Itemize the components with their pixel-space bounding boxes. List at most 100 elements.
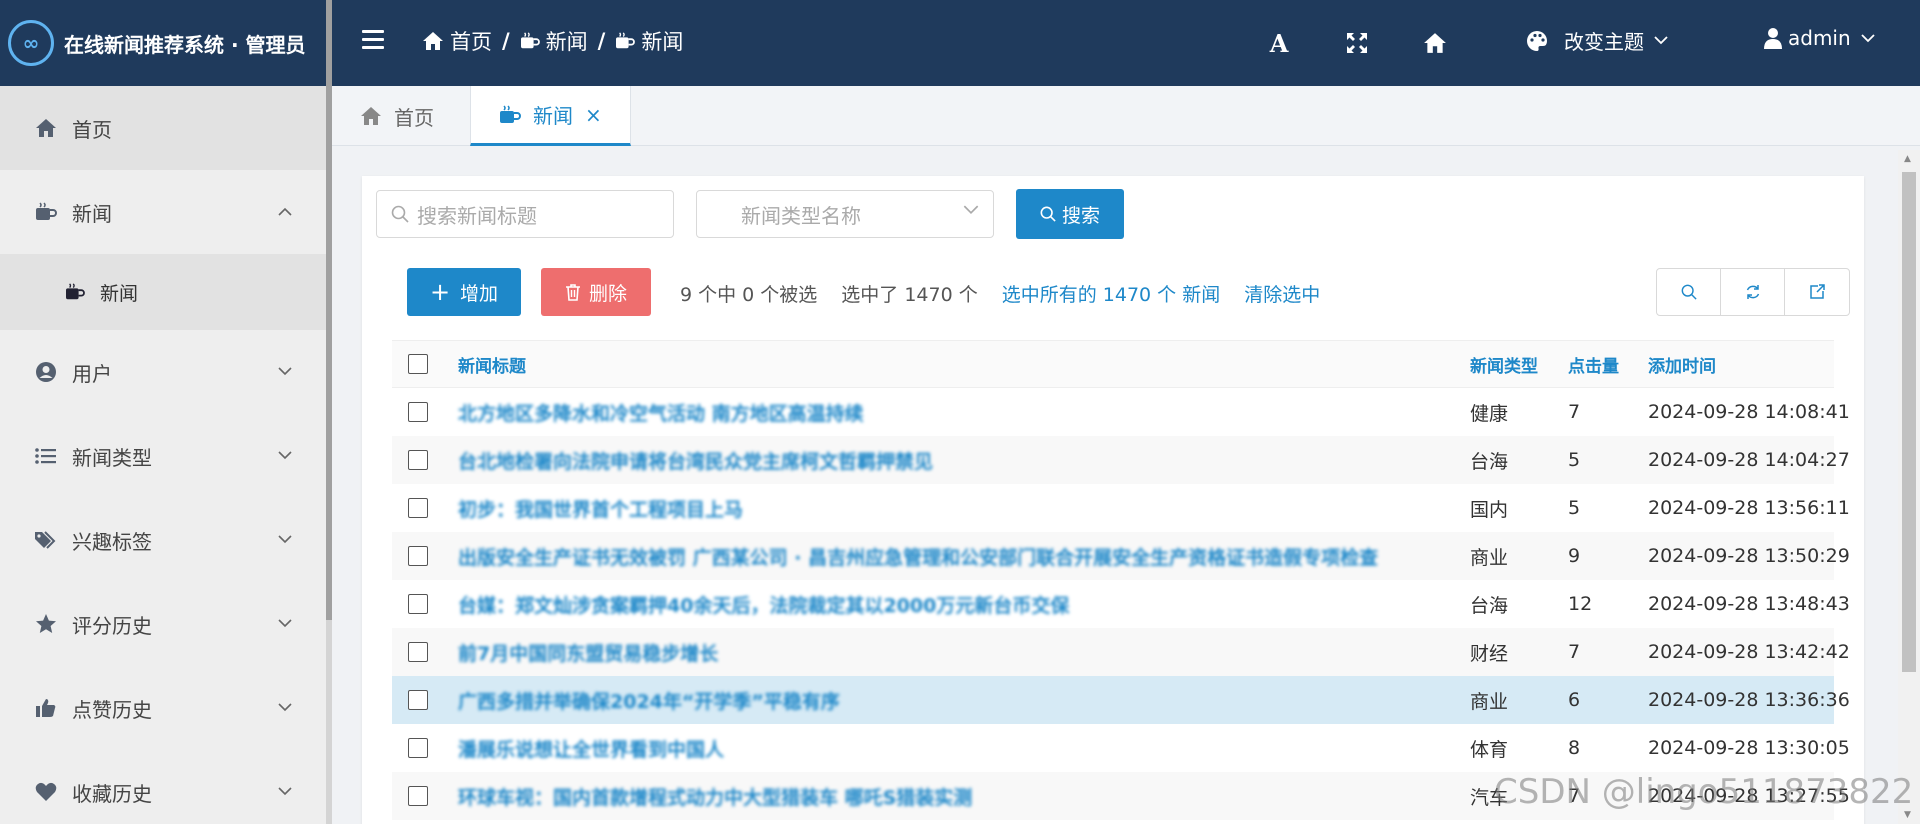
row-checkbox[interactable] xyxy=(408,642,428,662)
menu-toggle-icon[interactable] xyxy=(362,30,384,52)
added-time: 2024-09-28 13:48:43 xyxy=(1648,593,1850,615)
main-scrollbar-thumb[interactable] xyxy=(1902,172,1916,672)
news-title-link[interactable]: 台媒：郑文灿涉贪案羁押40余天后，法院裁定其以2000万元新台币交保 xyxy=(458,591,1470,618)
refresh-button[interactable] xyxy=(1721,269,1785,315)
chevron-down-icon xyxy=(1654,36,1668,45)
home-icon[interactable] xyxy=(1422,30,1448,56)
scroll-up-icon[interactable]: ▲ xyxy=(1904,154,1911,164)
search-title-placeholder: 搜索新闻标题 xyxy=(417,203,537,228)
table-row[interactable]: 台北地检署向法院申请将台湾民众党主席柯文哲羁押禁见 台海 5 2024-09-2… xyxy=(392,436,1850,484)
brand-title: 在线新闻推荐系统 · 管理员 xyxy=(64,32,306,57)
row-checkbox[interactable] xyxy=(408,594,428,614)
click-count: 9 xyxy=(1568,545,1581,567)
sidebar-item-label: 新闻 xyxy=(72,201,112,226)
breadcrumb-item[interactable]: 新闻 xyxy=(520,26,588,56)
close-icon[interactable]: × xyxy=(585,103,602,127)
row-checkbox[interactable] xyxy=(408,450,428,470)
click-count: 6 xyxy=(1568,689,1581,711)
click-count: 12 xyxy=(1568,593,1593,615)
theme-label: 改变主题 xyxy=(1564,30,1644,54)
row-checkbox[interactable] xyxy=(408,786,428,806)
heart-icon xyxy=(34,780,58,804)
added-time: 2024-09-28 14:04:27 xyxy=(1648,449,1850,471)
news-title-link[interactable]: 初步：我国世界首个工程项目上马 xyxy=(458,495,1470,522)
search-toggle-button[interactable] xyxy=(1657,269,1721,315)
export-button[interactable] xyxy=(1785,269,1849,315)
news-type: 台海 xyxy=(1470,450,1509,473)
font-size-icon[interactable]: A xyxy=(1266,29,1292,58)
sidebar-item-users[interactable]: 用户 xyxy=(0,330,326,414)
row-checkbox[interactable] xyxy=(408,738,428,758)
tab-news[interactable]: 新闻 × xyxy=(470,86,631,146)
sidebar-item-label: 新闻类型 xyxy=(72,445,152,470)
search-button[interactable]: 搜索 xyxy=(1016,189,1124,239)
chevron-up-icon xyxy=(278,204,292,220)
row-checkbox[interactable] xyxy=(408,498,428,518)
table-row[interactable]: 广西多措并举确保2024年“开学季”平稳有序 商业 6 2024-09-28 1… xyxy=(392,676,1850,724)
select-all-link[interactable]: 选中所有的 1470 个 新闻 xyxy=(1002,280,1220,307)
chevron-down-icon xyxy=(278,364,292,380)
added-time: 2024-09-28 14:08:41 xyxy=(1648,401,1850,423)
row-checkbox[interactable] xyxy=(408,546,428,566)
news-type-select[interactable]: 新闻类型名称 xyxy=(696,190,994,238)
sidebar-item-news-types[interactable]: 新闻类型 xyxy=(0,414,326,498)
row-checkbox[interactable] xyxy=(408,402,428,422)
news-title-link[interactable]: 潘展乐说想让全世界看到中国人 xyxy=(458,735,1470,762)
added-time: 2024-09-28 13:56:11 xyxy=(1648,497,1850,519)
news-type: 国内 xyxy=(1470,498,1509,521)
breadcrumb-item: 新闻 xyxy=(615,26,683,56)
sidebar-subitem-news[interactable]: 新闻 xyxy=(0,254,326,330)
table-row[interactable]: 出版安全生产证书无效被罚 广西某公司 · 昌吉州应急管理和公安部门联合开展安全生… xyxy=(392,532,1850,580)
select-all-checkbox[interactable] xyxy=(408,354,428,374)
col-header-title[interactable]: 新闻标题 xyxy=(458,352,1470,377)
tab-home[interactable]: 首页 xyxy=(332,86,462,146)
news-title-link[interactable]: 北方地区多降水和冷空气活动 南方地区高温持续 xyxy=(458,399,1470,426)
news-type: 商业 xyxy=(1470,546,1509,569)
main-scrollbar[interactable]: ▲ ▼ xyxy=(1898,150,1920,824)
click-count: 7 xyxy=(1568,401,1581,423)
table-row[interactable]: 前7月中国同东盟贸易稳步增长 财经 7 2024-09-28 13:42:42 xyxy=(392,628,1850,676)
row-checkbox[interactable] xyxy=(408,690,428,710)
add-button[interactable]: + 增加 xyxy=(407,268,521,316)
breadcrumb-item[interactable]: 首页 xyxy=(422,26,492,56)
delete-button[interactable]: 删除 xyxy=(541,268,651,316)
breadcrumb: 首页 / 新闻 / 新闻 xyxy=(422,26,683,56)
logo-icon: ∞ xyxy=(8,20,54,66)
added-time: 2024-09-28 13:50:29 xyxy=(1648,545,1850,567)
sidebar-item-like-history[interactable]: 点赞历史 xyxy=(0,666,326,750)
export-icon xyxy=(1810,284,1825,299)
sidebar-item-home[interactable]: 首页 xyxy=(0,86,326,170)
fullscreen-icon[interactable] xyxy=(1344,30,1370,56)
chevron-down-icon xyxy=(963,205,979,214)
table-row[interactable]: 北方地区多降水和冷空气活动 南方地区高温持续 健康 7 2024-09-28 1… xyxy=(392,388,1850,436)
home-icon xyxy=(423,32,443,50)
col-header-type[interactable]: 新闻类型 xyxy=(1470,352,1568,377)
search-title-input[interactable]: 搜索新闻标题 xyxy=(376,190,674,238)
user-menu[interactable]: admin xyxy=(1764,26,1881,50)
news-title-link[interactable]: 广西多措并举确保2024年“开学季”平稳有序 xyxy=(458,687,1470,714)
coffee-icon xyxy=(520,32,540,49)
sidebar: ∞ 在线新闻推荐系统 · 管理员 首页 新闻 新闻 用户 新闻类型 兴趣标签 评… xyxy=(0,0,326,824)
search-icon xyxy=(391,205,409,223)
sidebar-item-news[interactable]: 新闻 xyxy=(0,170,326,254)
clear-selection-link[interactable]: 清除选中 xyxy=(1244,280,1320,307)
user-name: admin xyxy=(1788,26,1851,50)
news-title-link[interactable]: 台北地检署向法院申请将台湾民众党主席柯文哲羁押禁见 xyxy=(458,447,1470,474)
table-row[interactable]: 初步：我国世界首个工程项目上马 国内 5 2024-09-28 13:56:11 xyxy=(392,484,1850,532)
news-title-link[interactable]: 环球车视：国内首款增程式动力中大型猎装车 哪吒S猎装实测 xyxy=(458,783,1470,810)
table-row[interactable]: 台媒：郑文灿涉贪案羁押40余天后，法院裁定其以2000万元新台币交保 台海 12… xyxy=(392,580,1850,628)
news-type: 财经 xyxy=(1470,642,1509,665)
news-title-link[interactable]: 出版安全生产证书无效被罚 广西某公司 · 昌吉州应急管理和公安部门联合开展安全生… xyxy=(458,543,1470,570)
sidebar-item-rating-history[interactable]: 评分历史 xyxy=(0,582,326,666)
sidebar-item-label: 点赞历史 xyxy=(72,697,152,722)
col-header-time[interactable]: 添加时间 xyxy=(1648,352,1828,377)
selected-total: 选中了 1470 个 xyxy=(841,284,978,306)
news-type: 健康 xyxy=(1470,402,1509,425)
table-row[interactable]: 潘展乐说想让全世界看到中国人 体育 8 2024-09-28 13:30:05 xyxy=(392,724,1850,772)
sidebar-item-interest-tags[interactable]: 兴趣标签 xyxy=(0,498,326,582)
col-header-clicks[interactable]: 点击量 xyxy=(1568,352,1648,377)
sidebar-item-favorite-history[interactable]: 收藏历史 xyxy=(0,750,326,824)
coffee-icon xyxy=(64,281,86,303)
news-title-link[interactable]: 前7月中国同东盟贸易稳步增长 xyxy=(458,639,1470,666)
theme-switcher[interactable]: 改变主题 xyxy=(1526,26,1684,55)
